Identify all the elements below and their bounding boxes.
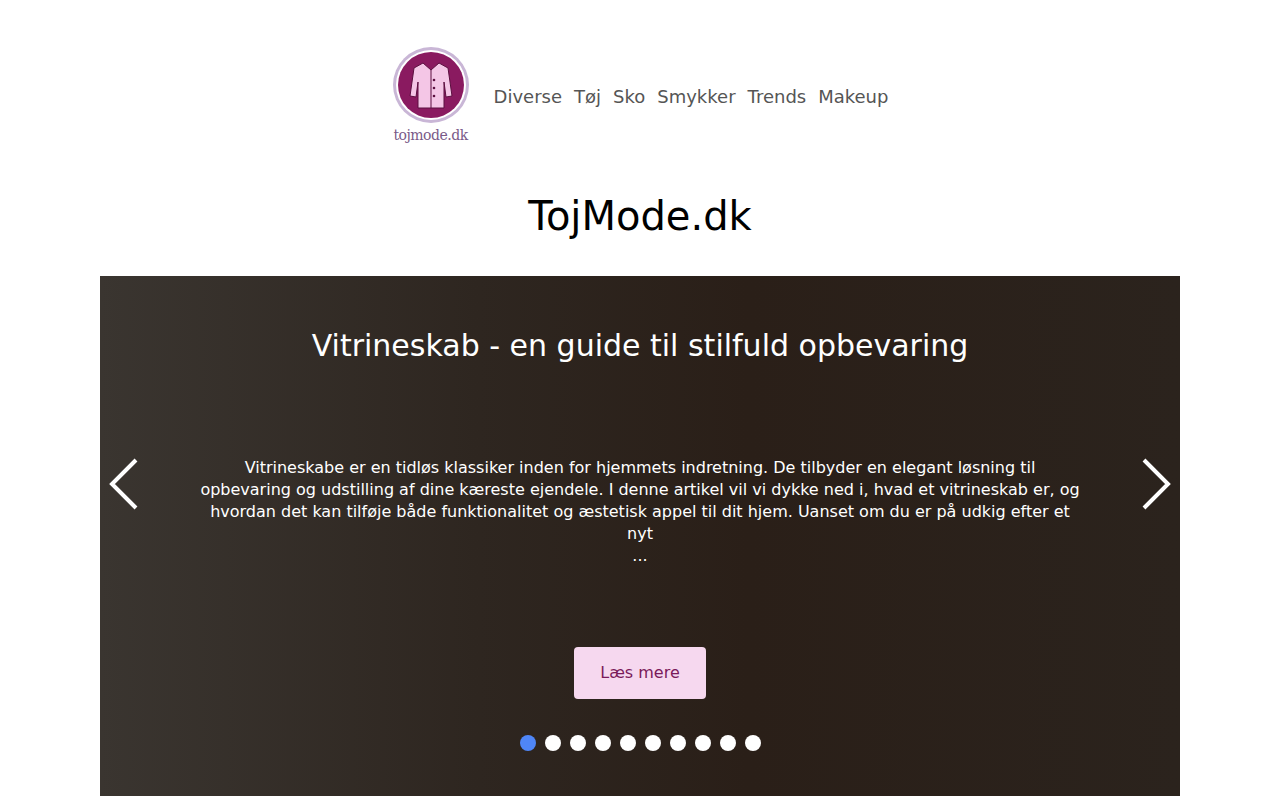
site-header: tojmode.dk DiverseTøjSkoSmykkerTrendsMake… — [0, 0, 1280, 142]
carousel-slide: Vitrineskab - en guide til stilfuld opbe… — [100, 276, 1180, 796]
excerpt-text: Vitrineskabe er en tidløs klassiker inde… — [200, 458, 1079, 543]
logo-text: tojmode.dk — [393, 128, 467, 142]
slide-title: Vitrineskab - en guide til stilfuld opbe… — [312, 326, 969, 365]
coat-logo-icon — [392, 46, 470, 124]
nav-link[interactable]: Trends — [744, 83, 811, 110]
nav-link[interactable]: Diverse — [490, 83, 566, 110]
article-carousel: Vitrineskab - en guide til stilfuld opbe… — [100, 276, 1180, 796]
carousel-indicator[interactable] — [670, 735, 686, 751]
carousel-indicator[interactable] — [645, 735, 661, 751]
site-logo[interactable]: tojmode.dk — [388, 46, 474, 142]
carousel-indicator[interactable] — [620, 735, 636, 751]
carousel-indicator[interactable] — [720, 735, 736, 751]
carousel-indicator[interactable] — [745, 735, 761, 751]
carousel-indicator[interactable] — [695, 735, 711, 751]
slide-excerpt: Vitrineskabe er en tidløs klassiker inde… — [200, 457, 1080, 567]
site-title: TojMode.dk — [0, 192, 1280, 240]
nav-link[interactable]: Tøj — [570, 83, 605, 110]
carousel-indicator[interactable] — [570, 735, 586, 751]
main-nav: DiverseTøjSkoSmykkerTrendsMakeup — [490, 79, 893, 110]
prev-arrow-icon[interactable] — [104, 456, 144, 512]
next-arrow-icon[interactable] — [1136, 456, 1176, 512]
nav-link[interactable]: Sko — [609, 83, 649, 110]
carousel-indicator[interactable] — [545, 735, 561, 751]
nav-link[interactable]: Makeup — [814, 83, 892, 110]
read-more-button[interactable]: Læs mere — [574, 647, 706, 699]
carousel-indicator[interactable] — [520, 735, 536, 751]
nav-link[interactable]: Smykker — [653, 83, 739, 110]
excerpt-ellipsis: ... — [200, 545, 1080, 567]
carousel-indicators — [520, 735, 761, 751]
carousel-indicator[interactable] — [595, 735, 611, 751]
